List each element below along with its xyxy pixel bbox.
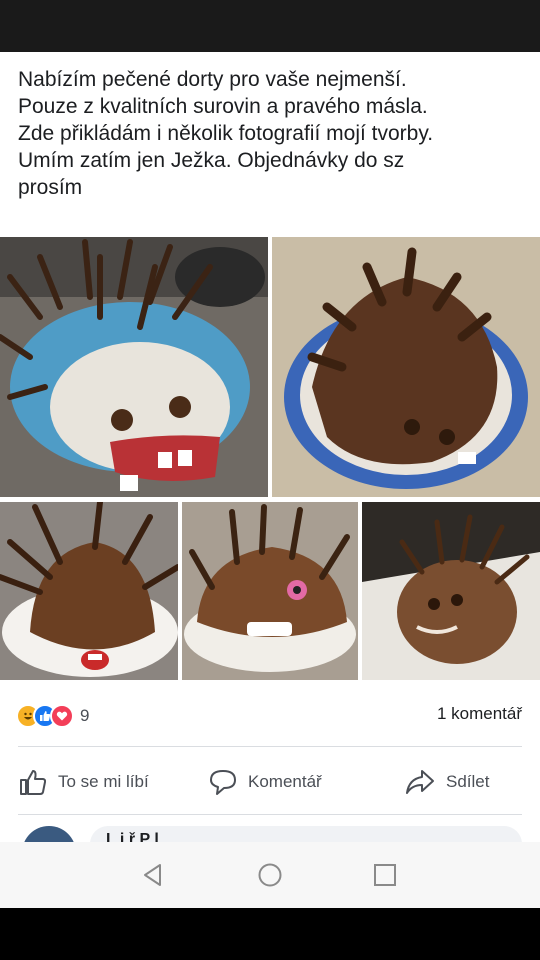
comment-preview: L i ř P l <box>0 822 540 842</box>
commenter-name[interactable]: L i ř P l <box>106 831 159 842</box>
comment-label: Komentář <box>248 772 322 791</box>
post-photo-4[interactable] <box>182 502 358 680</box>
post-card: Nabízím pečené dorty pro vaše nejmenší. … <box>0 52 540 842</box>
comment-button[interactable]: Komentář <box>208 764 322 800</box>
share-icon <box>406 770 434 794</box>
reaction-count: 9 <box>80 706 90 725</box>
recents-icon[interactable] <box>372 862 398 888</box>
share-label: Sdílet <box>446 772 490 791</box>
divider <box>18 814 522 815</box>
like-label: To se mi líbí <box>58 772 149 791</box>
screen-bottom-border <box>0 908 540 960</box>
thumbs-up-icon <box>20 770 47 795</box>
android-nav-bar <box>0 842 540 908</box>
post-photo-1[interactable] <box>0 237 268 497</box>
post-text: Nabízím pečené dorty pro vaše nejmenší. … <box>18 68 434 199</box>
post-photo-3[interactable] <box>0 502 178 680</box>
like-button[interactable]: To se mi líbí <box>18 764 149 800</box>
reactions-summary[interactable]: 9 <box>16 702 89 730</box>
comment-icon <box>210 770 236 795</box>
post-photo-5[interactable] <box>362 502 540 680</box>
divider <box>18 746 522 747</box>
love-icon <box>50 704 74 728</box>
comments-count-link[interactable]: 1 komentář <box>437 704 522 724</box>
post-photo-2[interactable] <box>272 237 540 497</box>
back-icon[interactable] <box>140 862 166 888</box>
share-button[interactable]: Sdílet <box>404 764 489 800</box>
post-actions: To se mi líbí Komentář Sdílet <box>0 764 540 800</box>
status-bar <box>0 0 540 52</box>
home-icon[interactable] <box>257 862 283 888</box>
avatar[interactable] <box>22 826 76 842</box>
